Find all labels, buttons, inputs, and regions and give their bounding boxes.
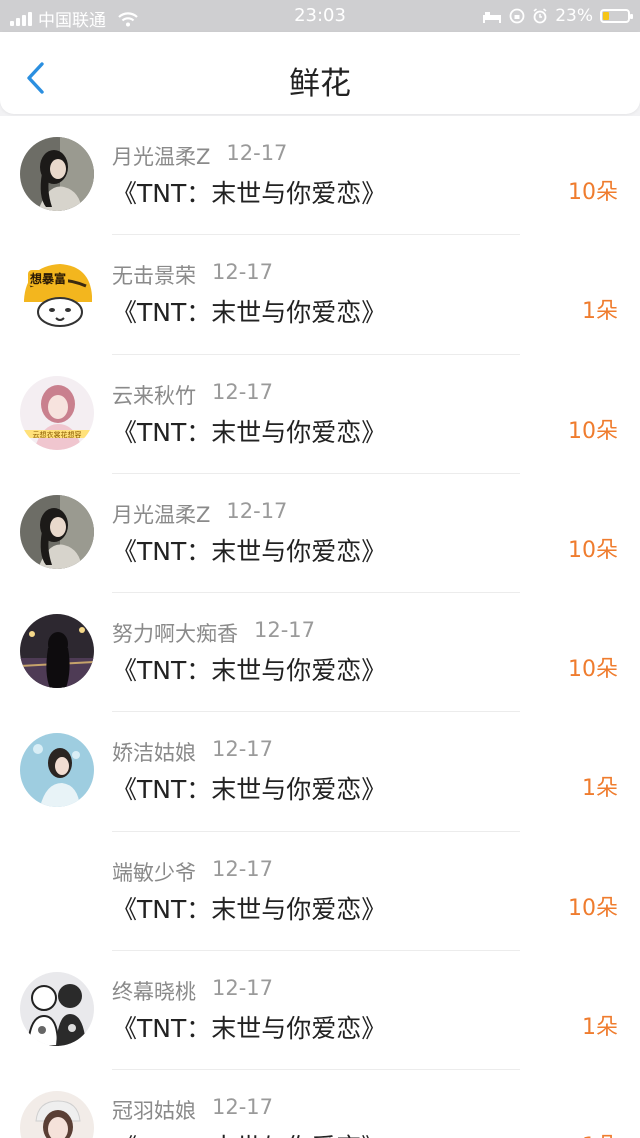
- avatar-girl-dark[interactable]: [20, 137, 94, 211]
- flower-count: 1朵: [582, 1128, 618, 1138]
- user-name[interactable]: 月光温柔Z: [112, 499, 210, 529]
- item-meta: 云来秋竹 12-17: [112, 380, 273, 410]
- flower-count: 1朵: [582, 776, 618, 802]
- user-name[interactable]: 月光温柔Z: [112, 141, 210, 171]
- user-name[interactable]: 冠羽姑娘: [112, 1095, 196, 1125]
- avatar-cartoon-helmet[interactable]: 想暴富: [20, 256, 94, 331]
- avatar-blank[interactable]: [20, 852, 94, 927]
- page-title: 鲜花: [289, 66, 351, 102]
- flower-record-list: 月光温柔Z 12-17 《TNT：末世与你爱恋》 10朵 想暴富 无击景荣 12-17 《TN…: [0, 116, 640, 1138]
- item-date: 12-17: [212, 260, 274, 285]
- list-item[interactable]: 月光温柔Z 12-17 《TNT：末世与你爱恋》 10朵: [0, 474, 640, 594]
- item-meta: 月光温柔Z 12-17: [112, 499, 287, 529]
- item-meta: 终幕晓桃 12-17: [112, 976, 273, 1006]
- user-name[interactable]: 云来秋竹: [112, 380, 196, 410]
- list-item[interactable]: 云想衣裳花想容 云来秋竹 12-17 《TNT：末世与你爱恋》 10朵: [0, 355, 640, 474]
- book-title: 《TNT：末世与你爱恋》: [112, 894, 387, 924]
- item-date: 12-17: [212, 856, 274, 881]
- item-date: 12-17: [254, 618, 316, 643]
- avatar-night-street[interactable]: [20, 614, 94, 689]
- item-meta: 冠羽姑娘 12-17: [112, 1095, 273, 1125]
- avatar-girl-cap[interactable]: [20, 1091, 94, 1138]
- avatar-girl-dark[interactable]: [20, 494, 94, 569]
- avatar-girl-blue[interactable]: [20, 733, 94, 808]
- list-item[interactable]: 终幕晓桃 12-17 《TNT：末世与你爱恋》 1朵: [0, 951, 640, 1071]
- book-title: 《TNT：末世与你爱恋》: [112, 536, 387, 566]
- item-meta: 努力啊大痴香 12-17: [112, 618, 315, 648]
- item-date: 12-17: [212, 379, 274, 404]
- list-item[interactable]: 娇洁姑娘 12-17 《TNT：末世与你爱恋》 1朵: [0, 712, 640, 832]
- battery-icon: [600, 9, 633, 23]
- alarm-icon: [533, 8, 547, 24]
- item-date: 12-17: [226, 498, 288, 523]
- battery-fill: [603, 12, 609, 20]
- user-name[interactable]: 娇洁姑娘: [112, 737, 196, 767]
- flower-count: 10朵: [568, 895, 618, 921]
- book-title: 《TNT：末世与你爱恋》: [112, 179, 387, 208]
- item-meta: 无击景荣 12-17: [112, 260, 273, 290]
- item-date: 12-17: [226, 141, 288, 165]
- list-item[interactable]: 月光温柔Z 12-17 《TNT：末世与你爱恋》 10朵: [0, 116, 640, 236]
- status-right: 23%: [482, 6, 633, 26]
- avatar-girl-pink[interactable]: 云想衣裳花想容: [20, 375, 94, 450]
- user-name[interactable]: 努力啊大痴香: [112, 618, 238, 648]
- flower-count: 10朵: [568, 537, 618, 563]
- list-item[interactable]: 努力啊大痴香 12-17 《TNT：末世与你爱恋》 10朵: [0, 593, 640, 713]
- user-name[interactable]: 无击景荣: [112, 260, 196, 290]
- avatar-couple-cartoon[interactable]: [20, 972, 94, 1047]
- user-name[interactable]: 终幕晓桃: [112, 976, 196, 1006]
- rotation-lock-icon: [509, 8, 525, 24]
- flower-count: 1朵: [582, 1015, 618, 1041]
- list-item[interactable]: 冠羽姑娘 12-17 《TNT：末世与你爱恋》 1朵: [0, 1070, 640, 1138]
- book-title: 《TNT：末世与你爱恋》: [112, 298, 387, 328]
- item-date: 12-17: [212, 737, 274, 762]
- book-title: 《TNT：末世与你爱恋》: [112, 417, 387, 447]
- flower-count: 10朵: [568, 418, 618, 444]
- user-name[interactable]: 端敏少爷: [112, 857, 196, 887]
- nav-bar: 鲜花: [0, 32, 640, 114]
- book-title: 《TNT：末世与你爱恋》: [112, 775, 387, 805]
- flower-count: 10朵: [568, 180, 618, 205]
- book-title: 《TNT：末世与你爱恋》: [112, 656, 387, 686]
- list-item[interactable]: 想暴富 无击景荣 12-17 《TNT：末世与你爱恋》 1朵: [0, 235, 640, 355]
- flower-count: 1朵: [582, 299, 618, 325]
- item-meta: 端敏少爷 12-17: [112, 857, 273, 887]
- status-bar: 中国联通 23:03 23%: [0, 0, 640, 32]
- book-title: 《TNT：末世与你爱恋》: [112, 1128, 386, 1138]
- battery-percent: 23%: [555, 6, 593, 26]
- bed-icon: [483, 12, 502, 23]
- item-meta: 月光温柔Z 12-17: [112, 141, 287, 171]
- flower-count: 10朵: [568, 657, 618, 683]
- svg-text:想暴富: 想暴富: [29, 271, 66, 286]
- item-date: 12-17: [212, 976, 274, 1001]
- item-meta: 娇洁姑娘 12-17: [112, 737, 273, 767]
- item-date: 12-17: [212, 1095, 274, 1120]
- list-item[interactable]: 端敏少爷 12-17 《TNT：末世与你爱恋》 10朵: [0, 832, 640, 952]
- svg-text:云想衣裳花想容: 云想衣裳花想容: [33, 430, 82, 439]
- book-title: 《TNT：末世与你爱恋》: [112, 1014, 387, 1044]
